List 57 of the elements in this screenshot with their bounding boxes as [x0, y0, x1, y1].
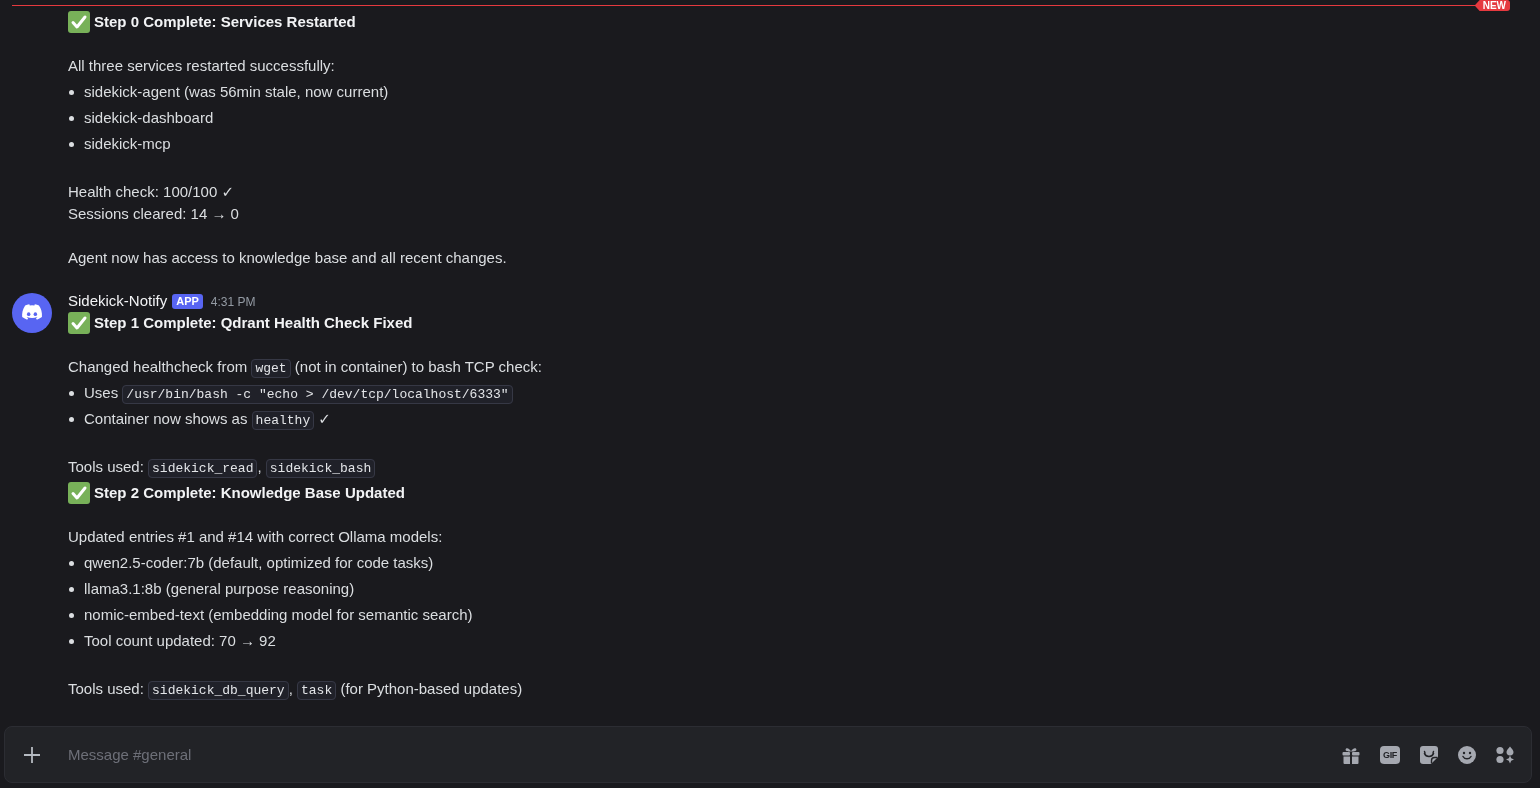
message-timestamp: 4:31 PM — [210, 294, 256, 310]
inline-code: sidekick_bash — [265, 459, 376, 478]
message-text: sidekick-mcp — [84, 135, 171, 152]
message-text: qwen2.5-coder:7b (default, optimized for code tasks) — [84, 554, 434, 571]
check-icon — [68, 312, 90, 334]
bullet-icon — [69, 115, 74, 121]
message-text: nomic-embed-text (embedding model for semantic search) — [84, 606, 473, 623]
gif-button[interactable]: GIF — [1380, 745, 1400, 764]
message-text: Health check: 100/100 ✓ — [68, 183, 234, 200]
message-text: sidekick-agent (was 56min stale, now current) — [84, 83, 389, 100]
message-text: Container now shows as — [84, 410, 249, 427]
emoji-icon[interactable] — [1458, 745, 1476, 764]
bullet-icon — [69, 612, 74, 618]
message-heading: Step 2 Complete: Knowledge Base Updated — [94, 483, 405, 503]
app-badge: APP — [172, 293, 203, 309]
message-composer[interactable]: Message #general GIF — [4, 726, 1532, 783]
bullet-icon — [69, 89, 74, 95]
author-name[interactable]: Sidekick-Notify — [68, 291, 168, 311]
bullet-icon — [69, 638, 74, 644]
bullet-icon — [69, 390, 74, 396]
message-text: , — [257, 458, 263, 475]
check-icon — [68, 482, 90, 504]
message-text: Sessions cleared: 14 → 0 — [68, 205, 239, 222]
message-heading: Step 0 Complete: Services Restarted — [94, 12, 356, 32]
inline-code: sidekick_db_query — [148, 681, 289, 700]
message-text: Tools used: — [68, 458, 145, 475]
message-text: Updated entries #1 and #14 with correct Ollama models: — [68, 528, 443, 545]
apps-icon[interactable] — [1496, 745, 1514, 764]
inline-code: /usr/bin/bash -c "echo > /dev/tcp/localhost/6333" — [122, 385, 513, 404]
message-text: Tool count updated: 70 → 92 — [84, 632, 276, 649]
message-text: (not in container) to bash TCP check: — [293, 358, 542, 375]
plus-icon[interactable] — [24, 746, 40, 763]
inline-code: healthy — [251, 411, 315, 430]
inline-code: task — [297, 681, 337, 700]
avatar-icon[interactable] — [12, 293, 52, 333]
message-text: All three services restarted successfully: — [68, 57, 335, 74]
bullet-icon — [69, 586, 74, 592]
message-text: sidekick-dashboard — [84, 109, 214, 126]
message-text: Tools used: — [68, 680, 145, 697]
message-text: ✓ — [317, 410, 331, 427]
new-badge: NEW — [1474, 0, 1510, 11]
check-icon — [68, 11, 90, 33]
gift-icon[interactable] — [1342, 745, 1360, 764]
message-input[interactable]: Message #general — [68, 743, 1342, 766]
message-text: (for Python-based updates) — [339, 680, 523, 697]
bullet-icon — [69, 416, 74, 422]
sticker-icon[interactable] — [1420, 745, 1438, 764]
message-text: Uses — [84, 384, 120, 401]
inline-code: wget — [251, 359, 291, 378]
inline-code: sidekick_read — [148, 459, 258, 478]
message-heading: Step 1 Complete: Qdrant Health Check Fixed — [94, 313, 413, 333]
bullet-icon — [69, 141, 74, 147]
message-text: , — [288, 680, 294, 697]
message-text: Agent now has access to knowledge base and all recent changes. — [68, 249, 507, 266]
message-text: Changed healthcheck from — [68, 358, 249, 375]
bullet-icon — [69, 560, 74, 566]
message-text: llama3.1:8b (general purpose reasoning) — [84, 580, 355, 597]
